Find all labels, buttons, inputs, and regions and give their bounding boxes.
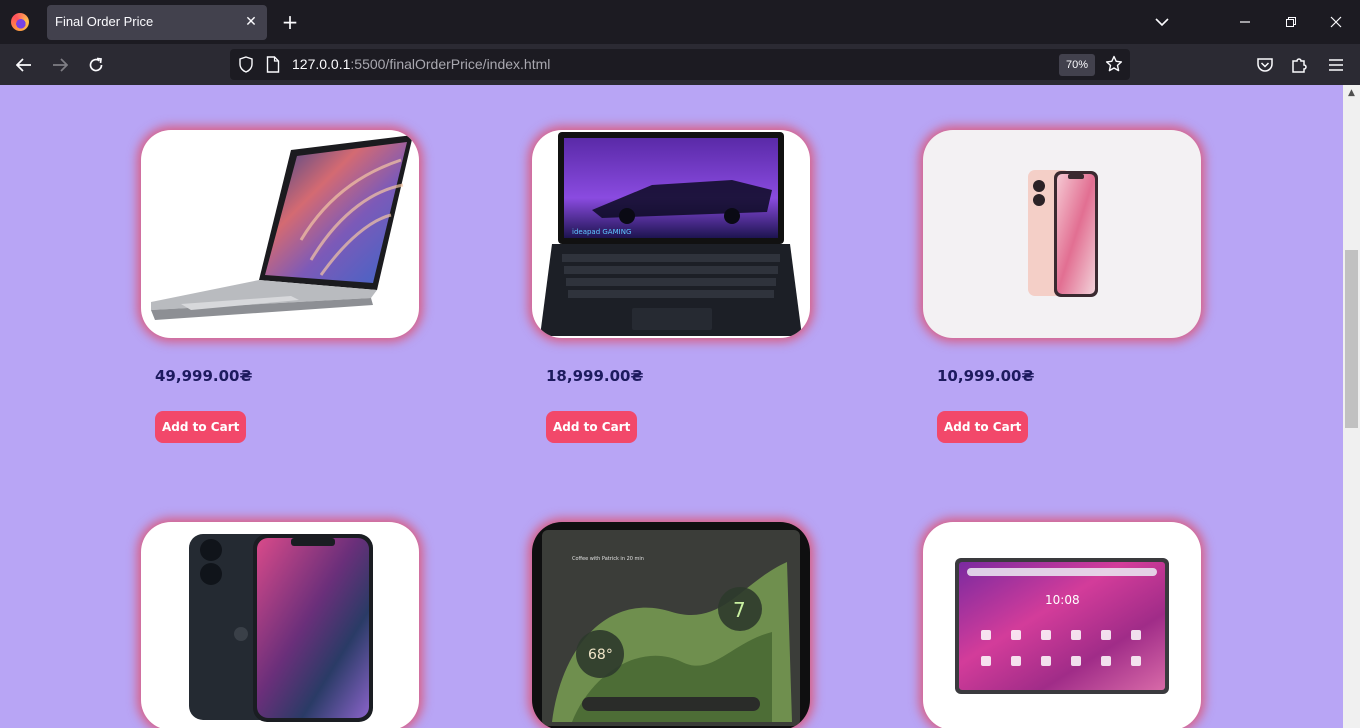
url-path: :5500/finalOrderPrice/index.html [350,56,551,72]
page-scrollbar[interactable]: ▲ [1343,85,1360,728]
product-price: 18,999.00₴ [546,367,644,385]
svg-text:ideapad GAMING: ideapad GAMING [572,228,631,236]
scrollbar-thumb[interactable] [1345,250,1358,428]
product-price: 10,999.00₴ [937,367,1035,385]
tab-title: Final Order Price [55,14,154,29]
product-image-midnight-phone [141,522,419,728]
list-all-tabs-icon[interactable] [1149,10,1175,34]
firefox-logo-icon [11,13,29,31]
url-text[interactable]: 127.0.0.1:5500/finalOrderPrice/index.htm… [292,56,550,72]
active-tab[interactable]: Final Order Price ✕ [47,5,267,40]
svg-text:Coffee with Patrick in 20 min: Coffee with Patrick in 20 min [572,556,644,562]
app-menu-icon[interactable] [1325,54,1347,76]
minimize-icon[interactable] [1232,10,1258,34]
extensions-puzzle-icon[interactable] [1289,54,1311,76]
navigation-bar: 127.0.0.1:5500/finalOrderPrice/index.htm… [0,44,1360,85]
reload-button[interactable] [83,52,109,78]
svg-text:7: 7 [733,598,746,622]
pocket-icon[interactable] [1254,54,1276,76]
svg-text:68°: 68° [588,647,613,663]
back-button[interactable] [11,52,37,78]
zoom-level-badge[interactable]: 70% [1059,54,1095,76]
tab-strip: Final Order Price ✕ + [0,0,1360,44]
add-to-cart-button[interactable]: Add to Cart [546,411,638,443]
product-image-android-tablet: 68° 7 Coffee with Patrick in 20 min [532,522,810,728]
add-to-cart-button[interactable]: Add to Cart [155,411,247,443]
product-image-silver-laptop [141,130,419,338]
add-to-cart-button[interactable]: Add to Cart [937,411,1029,443]
bookmark-star-icon[interactable] [1103,53,1125,75]
product-image-gaming-laptop: ideapad GAMING [532,130,810,338]
url-host: 127.0.0.1 [292,56,351,72]
window-close-icon[interactable] [1323,10,1349,34]
address-bar[interactable]: 127.0.0.1:5500/finalOrderPrice/index.htm… [230,49,1130,80]
svg-text:10:08: 10:08 [1045,593,1080,607]
product-price: 49,999.00₴ [155,367,253,385]
tab-close-icon[interactable]: ✕ [243,12,259,32]
page-viewport: 49,999.00₴ Add to Cart ideapad GAMING 18… [0,85,1343,728]
restore-icon[interactable] [1278,10,1304,34]
forward-button[interactable] [47,52,73,78]
tracking-protection-shield-icon[interactable] [238,56,254,73]
new-tab-button[interactable]: + [280,11,300,33]
product-image-pink-phone [923,130,1201,338]
scroll-up-arrow-icon[interactable]: ▲ [1343,85,1360,102]
page-info-icon[interactable] [266,56,280,73]
product-image-pink-tablet: 10:08 [923,522,1201,728]
